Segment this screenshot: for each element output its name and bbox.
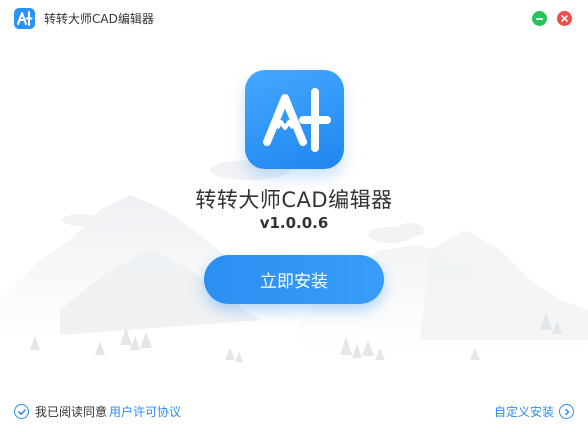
close-icon[interactable] [557, 11, 572, 26]
title-bar: 转转大师CAD编辑器 [0, 0, 588, 36]
app-logo-icon [245, 70, 344, 169]
chevron-right-icon [559, 404, 574, 419]
app-name: 转转大师CAD编辑器 [195, 188, 393, 212]
app-logo-small-icon [14, 8, 35, 29]
agree-text: 我已阅读同意 [35, 405, 108, 419]
minimize-icon[interactable] [532, 11, 547, 26]
agreement-row: 我已阅读同意 用户许可协议 [14, 403, 181, 420]
custom-install-label: 自定义安装 [493, 405, 554, 419]
app-version: v1.0.0.6 [259, 214, 329, 232]
window-title: 转转大师CAD编辑器 [44, 12, 154, 26]
custom-install-link[interactable]: 自定义安装 [494, 403, 574, 420]
installer-window: 转转大师CAD编辑器 转转大师CAD编辑器 v1.0.0.6 立即安装 我已阅读… [0, 0, 588, 432]
license-agreement-link[interactable]: 用户许可协议 [109, 403, 181, 420]
install-now-button[interactable]: 立即安装 [204, 255, 384, 304]
agree-check-icon[interactable] [14, 404, 29, 419]
